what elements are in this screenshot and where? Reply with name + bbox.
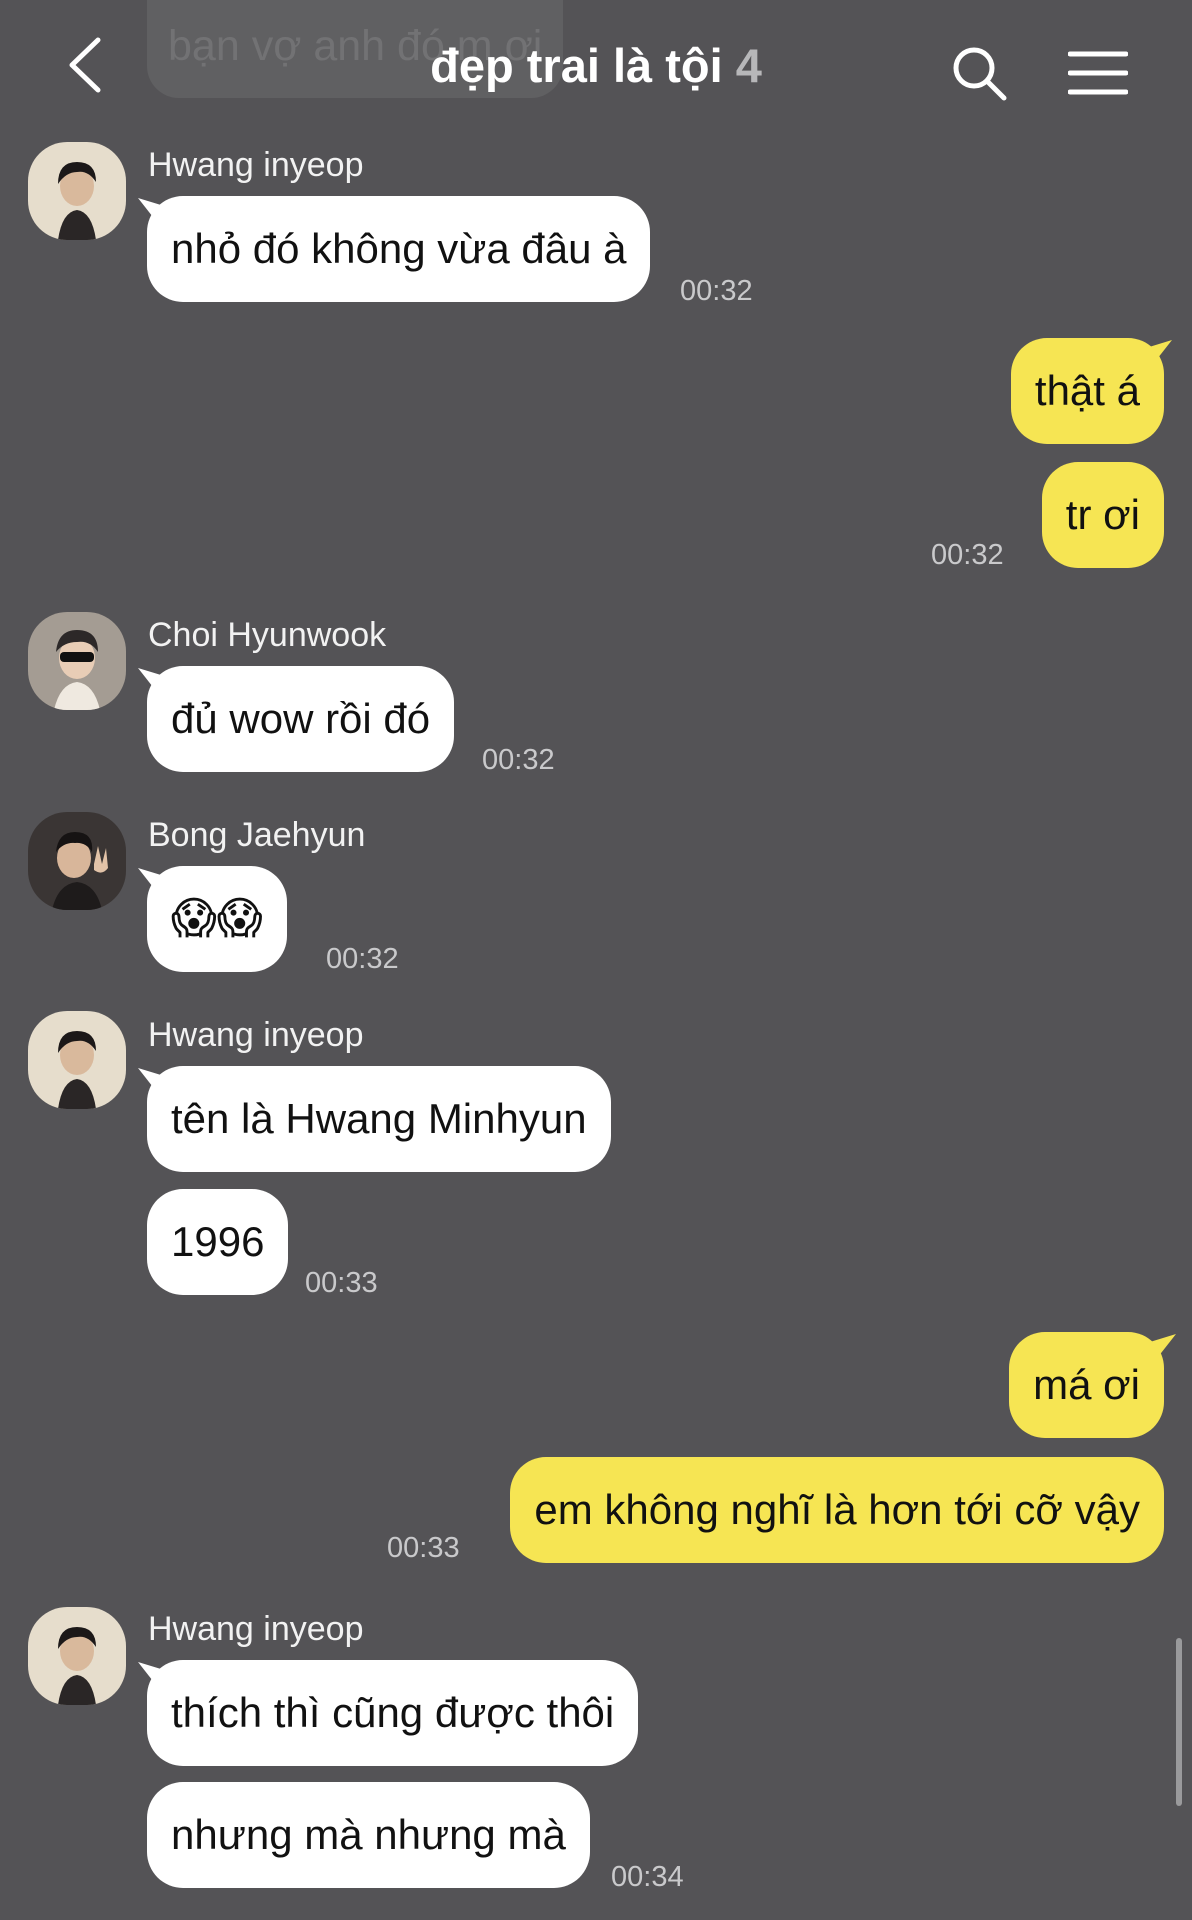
message-bubble[interactable]: nhưng mà nhưng mà [147,1782,590,1888]
chat-title: đẹp trai là tội 4 [0,38,1192,93]
menu-button[interactable] [1067,50,1129,96]
search-button[interactable] [950,44,1010,104]
message-time: 00:32 [326,943,399,975]
sender-name: Hwang inyeop [148,1016,364,1054]
avatar-choi-hyunwook[interactable] [28,612,126,710]
member-count: 4 [735,39,762,92]
message-bubble[interactable]: tên là Hwang Minhyun [147,1066,611,1172]
message-time: 00:33 [387,1532,460,1564]
avatar-hwang-inyeop[interactable] [28,1011,126,1109]
message-time: 00:33 [305,1267,378,1299]
message-bubble[interactable]: 1996 [147,1189,289,1295]
message-time: 00:34 [611,1861,684,1893]
sender-name: Hwang inyeop [148,146,364,184]
menu-icon [1067,51,1129,95]
sender-name: Hwang inyeop [148,1610,364,1648]
message-bubble[interactable]: nhỏ đó không vừa đâu à [147,196,651,302]
message-bubble[interactable]: má ơi [1009,1332,1164,1438]
avatar-hwang-inyeop[interactable] [28,1607,126,1705]
chat-header: đẹp trai là tội 4 [0,0,1192,130]
sender-name: Choi Hyunwook [148,616,387,654]
avatar-bong-jaehyun[interactable] [28,812,126,910]
search-icon [953,47,1007,101]
message-bubble[interactable]: 😱😱 [147,866,287,972]
message-time: 00:32 [680,275,753,307]
scrollbar[interactable] [1176,1638,1182,1806]
chat-name: đẹp trai là tội [430,39,723,92]
message-time: 00:32 [482,744,555,776]
avatar-hwang-inyeop[interactable] [28,142,126,240]
message-bubble[interactable]: đủ wow rồi đó [147,666,455,772]
message-bubble[interactable]: thích thì cũng được thôi [147,1660,639,1766]
sender-name: Bong Jaehyun [148,816,366,854]
message-time: 00:32 [931,539,1004,571]
message-bubble[interactable]: thật á [1010,338,1164,444]
message-bubble[interactable]: em không nghĩ là hơn tới cỡ vậy [510,1457,1164,1563]
message-bubble[interactable]: tr ơi [1041,462,1164,568]
